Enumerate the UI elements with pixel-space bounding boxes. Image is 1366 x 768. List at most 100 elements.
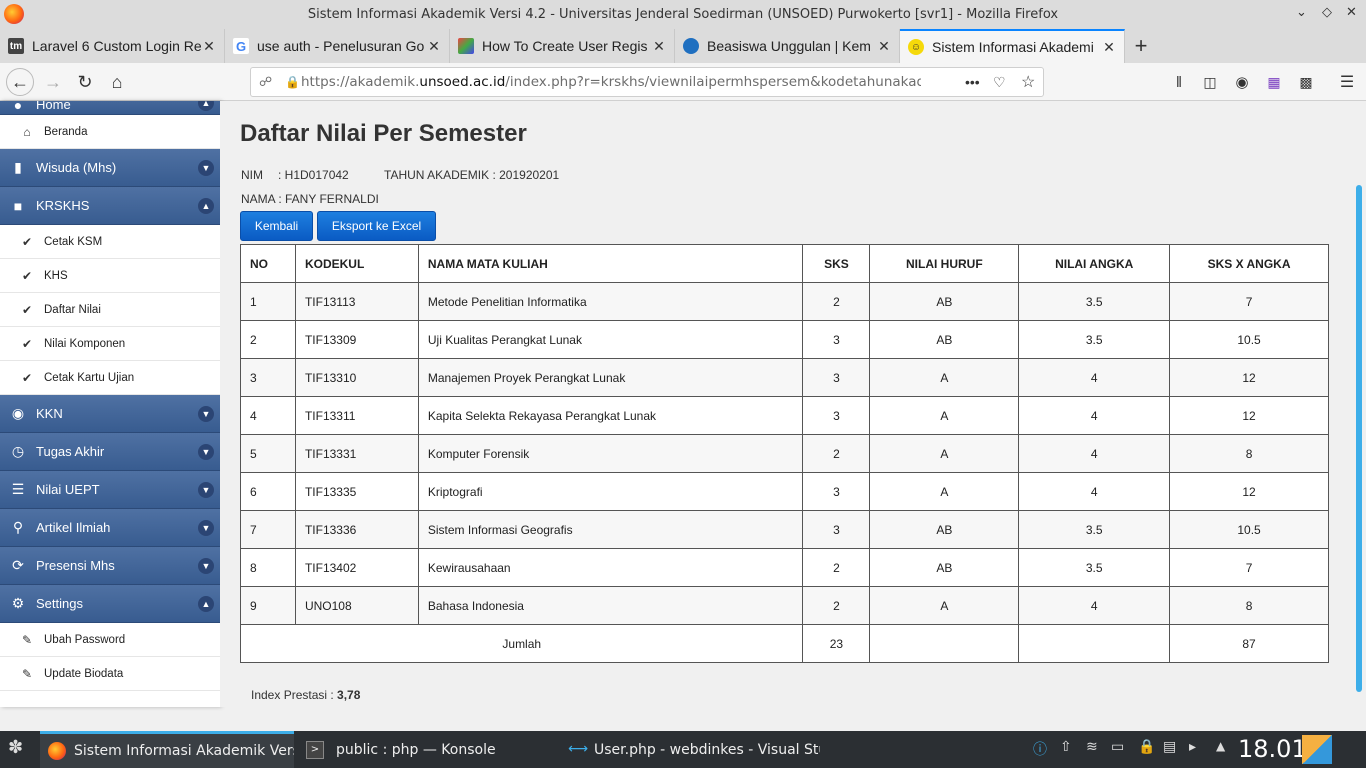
sidebar-item-ubah-password[interactable]: ✎ Ubah Password: [0, 623, 220, 657]
extension-icon[interactable]: ▦: [1261, 70, 1287, 94]
window-title: Sistem Informasi Akademik Versi 4.2 - Un…: [307, 7, 1059, 22]
table-header-row: NO KODEKUL NAMA MATA KULIAH SKS NILAI HU…: [240, 244, 1329, 283]
chevron-up-icon: ▲: [198, 101, 214, 111]
browser-tab-register[interactable]: How To Create User Regis ✕: [450, 29, 675, 63]
reload-icon[interactable]: ↻: [72, 70, 98, 94]
bookmark-star-icon[interactable]: ☆: [1021, 72, 1035, 92]
browser-tab-google[interactable]: G use auth - Penelusuran Go ✕: [225, 29, 450, 63]
close-tab-icon[interactable]: ✕: [1102, 39, 1116, 56]
account-icon[interactable]: ◉: [1229, 70, 1255, 94]
edit-icon: ✎: [21, 632, 33, 647]
close-tab-icon[interactable]: ✕: [427, 38, 441, 55]
cell-nama-mata-kuliah: Komputer Forensik: [417, 434, 804, 473]
cell-nilai-huruf: AB: [869, 510, 1020, 549]
sidebar-item-beranda[interactable]: ⌂ Beranda: [0, 115, 220, 149]
cell-nilai-angka: 4: [1018, 396, 1171, 435]
sidebar-group-nilai-uept[interactable]: ☰ Nilai UEPT ▼: [0, 471, 220, 509]
check-circle-icon: ✔: [21, 336, 33, 351]
tab-label: Beasiswa Unggulan | Kem: [707, 38, 871, 54]
sidebar-item-nilai-komponen[interactable]: ✔ Nilai Komponen: [0, 327, 220, 361]
sidebar-group-label: KRSKHS: [36, 198, 90, 213]
cell-kodekul: TIF13310: [294, 358, 419, 397]
gear-icon: ⚙: [11, 595, 25, 611]
new-tab-button[interactable]: +: [1125, 29, 1157, 63]
shield-icon[interactable]: ☍: [259, 74, 272, 90]
task-vscode[interactable]: ⟷ User.php - webdinkes - Visual Stud...: [560, 731, 820, 768]
sidebar-group-presensi[interactable]: ⟳ Presensi Mhs ▼: [0, 547, 220, 585]
sidebar-group-label: Wisuda (Mhs): [36, 160, 117, 175]
task-label: Sistem Informasi Akademik Versi ...: [74, 743, 294, 759]
chevron-down-icon: ▼: [198, 520, 214, 536]
sidebar-item-cetak-ksm[interactable]: ✔ Cetak KSM: [0, 225, 220, 259]
task-konsole[interactable]: > public : php — Konsole: [298, 731, 552, 768]
cell-nama-mata-kuliah: Sistem Informasi Geografis: [417, 510, 804, 549]
clock[interactable]: 18.01: [1238, 735, 1307, 763]
sidebar-group-artikel[interactable]: ⚲ Artikel Ilmiah ▼: [0, 509, 220, 547]
nama-mahasiswa: NAMA : FANY FERNALDI: [241, 192, 379, 206]
lock-icon[interactable]: 🔒: [1138, 739, 1155, 755]
task-firefox[interactable]: Sistem Informasi Akademik Versi ...: [40, 731, 294, 768]
battery-icon[interactable]: ▭: [1111, 739, 1124, 755]
update-icon[interactable]: ⇧: [1060, 739, 1072, 755]
close-tab-icon[interactable]: ✕: [652, 38, 666, 55]
kembali-button[interactable]: Kembali: [240, 211, 313, 241]
show-desktop-icon[interactable]: [1302, 735, 1332, 764]
sidebar-group-settings[interactable]: ⚙ Settings ▲: [0, 585, 220, 623]
sidebar-item-cetak-kartu-ujian[interactable]: ✔ Cetak Kartu Ujian: [0, 361, 220, 395]
clipboard-icon[interactable]: ▤: [1163, 739, 1176, 755]
menu-icon[interactable]: ☰: [1334, 70, 1360, 94]
map-marker-icon: ◉: [11, 405, 25, 421]
sidebar-item-update-biodata[interactable]: ✎ Update Biodata: [0, 657, 220, 691]
cell-kodekul: UNO108: [294, 586, 419, 625]
sidebar-group-kkn[interactable]: ◉ KKN ▼: [0, 395, 220, 433]
sidebar-group-krskhs[interactable]: ■ KRSKHS ▲: [0, 187, 220, 225]
col-nilai-angka: NILAI ANGKA: [1018, 244, 1171, 283]
library-icon[interactable]: ‖: [1166, 70, 1192, 94]
browser-tab-siakad[interactable]: ☺ Sistem Informasi Akademi ✕: [900, 29, 1125, 63]
cell-sks-x-angka: 10.5: [1169, 510, 1329, 549]
pocket-icon[interactable]: ♡: [993, 74, 1006, 91]
refresh-icon: ⟳: [12, 557, 24, 573]
export-excel-button[interactable]: Eksport ke Excel: [317, 211, 436, 241]
folder-icon: ■: [13, 197, 23, 214]
cell-sks-x-angka: 10.5: [1169, 320, 1329, 359]
sidebar-group-tugas-akhir[interactable]: ◷ Tugas Akhir ▼: [0, 433, 220, 471]
list-icon: ☰: [11, 481, 25, 497]
sidebar-group-home[interactable]: ● Home ▲: [0, 101, 220, 115]
sidebar-item-label: KHS: [44, 269, 68, 282]
back-icon[interactable]: ←: [6, 68, 34, 96]
scrollbar-thumb[interactable]: [1356, 185, 1362, 692]
sidebar-group-wisuda[interactable]: ▮ Wisuda (Mhs) ▼: [0, 149, 220, 187]
cell-nilai-angka: 4: [1018, 586, 1171, 625]
page-actions-icon[interactable]: •••: [965, 74, 980, 90]
total-sks-x-angka: 87: [1169, 624, 1329, 663]
extension-icon-2[interactable]: ▩: [1293, 70, 1319, 94]
close-tab-icon[interactable]: ✕: [877, 38, 891, 55]
maximize-icon[interactable]: ◇: [1322, 5, 1332, 20]
sidebar-group-label: Tugas Akhir: [36, 444, 105, 459]
sidebar-item-khs[interactable]: ✔ KHS: [0, 259, 220, 293]
app-launcher-icon[interactable]: ✽: [8, 737, 23, 758]
home-icon[interactable]: ⌂: [104, 70, 130, 94]
url-text[interactable]: https://akademik.unsoed.ac.id/index.php?…: [301, 74, 921, 90]
volume-icon[interactable]: ▸: [1189, 739, 1196, 755]
cell-nilai-angka: 4: [1018, 434, 1171, 473]
minimize-icon[interactable]: ⌄: [1296, 5, 1307, 20]
jumlah-label: Jumlah: [239, 624, 804, 663]
browser-tab-beasiswa[interactable]: Beasiswa Unggulan | Kem ✕: [675, 29, 900, 63]
chevron-down-icon: ▼: [198, 482, 214, 498]
check-circle-icon: ✔: [21, 268, 33, 283]
browser-tab-laravel[interactable]: tm Laravel 6 Custom Login Re ✕: [0, 29, 225, 63]
close-window-icon[interactable]: ✕: [1346, 5, 1357, 20]
wifi-icon[interactable]: ≋: [1086, 739, 1098, 755]
close-tab-icon[interactable]: ✕: [202, 38, 216, 55]
cell-sks: 2: [802, 282, 871, 321]
tray-expand-icon[interactable]: ▲: [1216, 739, 1225, 753]
info-icon[interactable]: ⓘ: [1033, 739, 1047, 759]
url-bar[interactable]: ☍ 🔒 https://akademik.unsoed.ac.id/index.…: [250, 67, 1044, 97]
sidebar-item-daftar-nilai[interactable]: ✔ Daftar Nilai: [0, 293, 220, 327]
check-circle-icon: ✔: [21, 234, 33, 249]
cell-nama-mata-kuliah: Manajemen Proyek Perangkat Lunak: [417, 358, 804, 397]
forward-icon[interactable]: →: [40, 70, 66, 94]
reader-view-icon[interactable]: ◫: [1197, 70, 1223, 94]
